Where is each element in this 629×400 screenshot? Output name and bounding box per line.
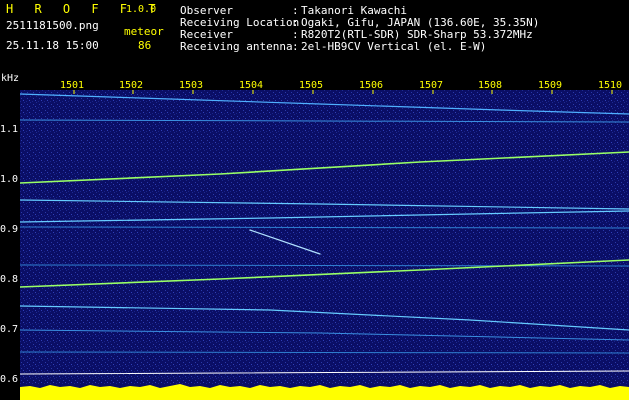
app-version: 1.0.0 bbox=[126, 4, 157, 15]
file-name: 2511181500.png bbox=[6, 19, 99, 32]
y-tick-label: 0.8 bbox=[0, 274, 19, 285]
y-tick-label: 1.0 bbox=[0, 174, 19, 185]
spectrogram bbox=[20, 90, 629, 400]
antenna-label: Receiving antenna bbox=[180, 40, 293, 53]
y-tick-label: 0.7 bbox=[0, 324, 19, 335]
y-unit-label: kHz bbox=[1, 73, 20, 84]
spectrogram-canvas bbox=[20, 90, 629, 400]
antenna-value: 2el-HB9CV Vertical (el. E-W) bbox=[301, 40, 487, 53]
meteor-label: meteor bbox=[124, 25, 164, 38]
antenna-colon: : bbox=[292, 40, 299, 53]
datetime: 25.11.18 15:00 bbox=[6, 39, 99, 52]
y-tick-label: 1.1 bbox=[0, 124, 19, 135]
y-tick-label: 0.6 bbox=[0, 374, 19, 385]
meteor-count: 86 bbox=[138, 39, 152, 52]
y-tick-label: 0.9 bbox=[0, 224, 19, 235]
noise-background bbox=[20, 90, 629, 400]
